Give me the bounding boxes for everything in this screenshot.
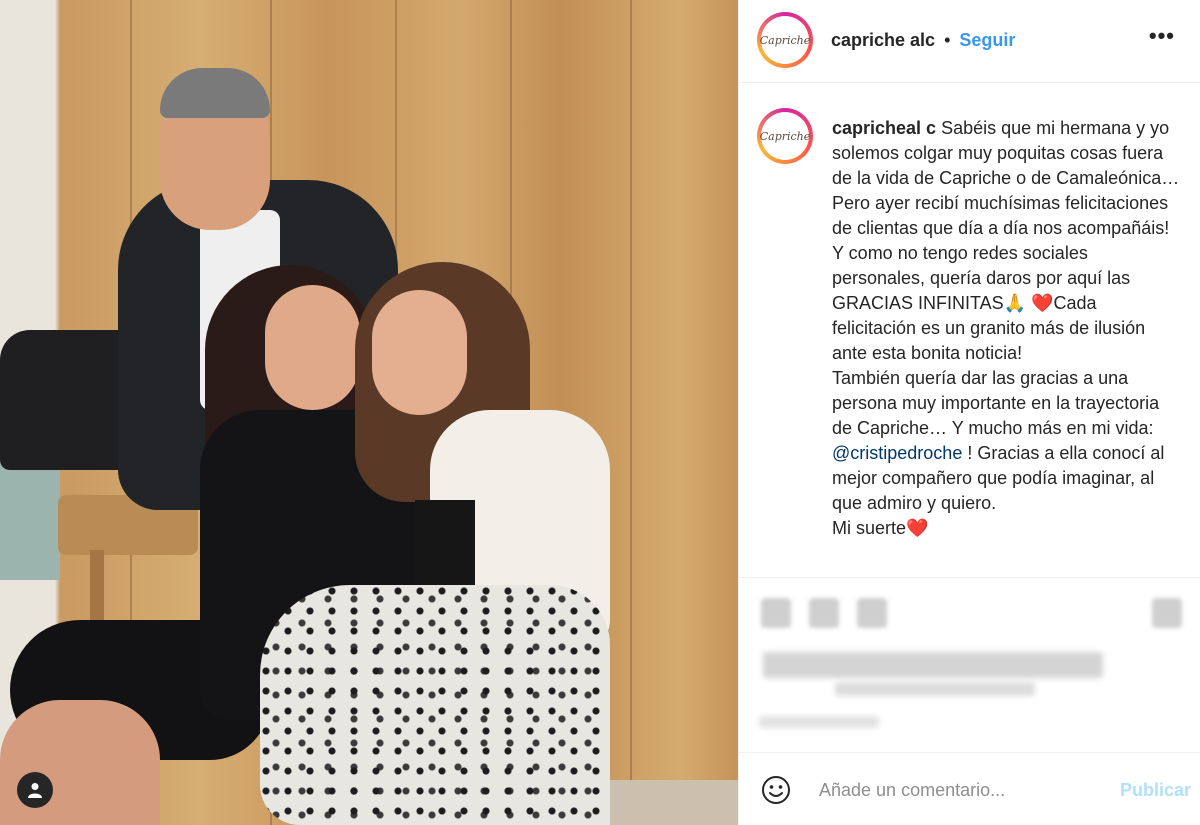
caption-text: capricheal c Sabéis que mi hermana y yo … bbox=[832, 116, 1182, 541]
like-icon[interactable] bbox=[761, 598, 791, 628]
divider bbox=[739, 577, 1200, 578]
more-options-icon[interactable]: ••• bbox=[1149, 23, 1175, 49]
woman-right-face bbox=[372, 290, 467, 415]
comment-input[interactable] bbox=[817, 778, 1091, 802]
caption-body: Sabéis que mi hermana y yo solemos colga… bbox=[832, 118, 1180, 438]
divider bbox=[739, 82, 1200, 83]
post-sidebar: Capriche capriche alc • Seguir ••• Capri… bbox=[738, 0, 1200, 825]
user-tag-icon[interactable] bbox=[17, 772, 53, 808]
leopard-skirt bbox=[260, 585, 610, 825]
likes-summary[interactable] bbox=[763, 652, 1103, 678]
person-icon bbox=[28, 783, 42, 798]
action-bar bbox=[759, 596, 1184, 632]
separator-dot: • bbox=[944, 29, 951, 50]
share-icon[interactable] bbox=[857, 598, 887, 628]
likes-summary-line2 bbox=[835, 682, 1035, 696]
follow-button[interactable]: Seguir bbox=[959, 30, 1015, 51]
avatar[interactable]: Capriche bbox=[757, 12, 813, 68]
publish-button[interactable]: Publicar bbox=[1120, 780, 1191, 801]
save-icon[interactable] bbox=[1152, 598, 1182, 628]
woman-left-leg bbox=[0, 700, 160, 825]
woman-left-face bbox=[265, 285, 360, 410]
post-header: Capriche capriche alc • Seguir ••• bbox=[757, 12, 1187, 68]
avatar-logo: Capriche bbox=[760, 112, 810, 160]
divider bbox=[739, 752, 1200, 753]
comment-bar: Publicar bbox=[761, 770, 1191, 810]
caption-section: Capriche capricheal c Sabéis que mi herm… bbox=[757, 108, 1197, 576]
mention-link[interactable]: @cristipedroche bbox=[832, 443, 962, 463]
caption-username[interactable]: capricheal c bbox=[832, 118, 936, 138]
avatar-logo: Capriche bbox=[760, 16, 810, 64]
header-username[interactable]: capriche alc bbox=[831, 30, 935, 51]
comment-icon[interactable] bbox=[809, 598, 839, 628]
post-date bbox=[759, 716, 879, 728]
emoji-icon[interactable] bbox=[761, 775, 791, 805]
wood-plank bbox=[630, 0, 632, 825]
man-hair bbox=[160, 68, 270, 118]
post-photo[interactable] bbox=[0, 0, 738, 825]
caption-avatar[interactable]: Capriche bbox=[757, 108, 813, 164]
